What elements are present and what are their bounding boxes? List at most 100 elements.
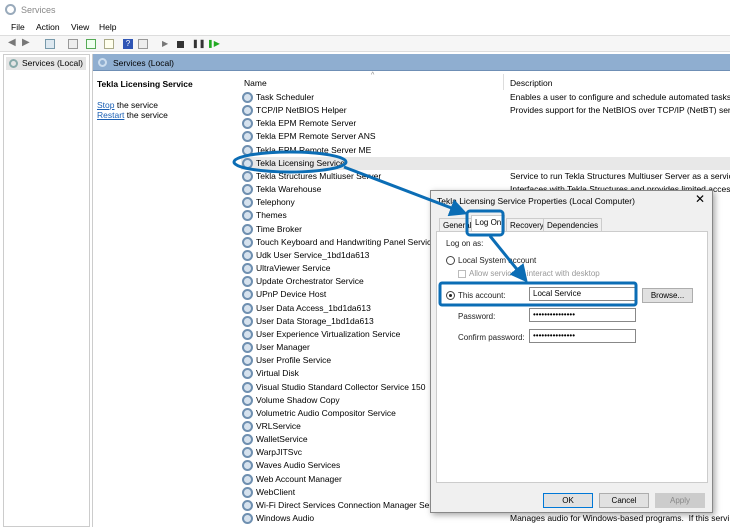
service-gear-icon [242,170,253,182]
this-account-radio[interactable] [446,291,455,300]
service-row[interactable]: Windows Audio Manages audio for Windows-b… [241,512,730,525]
service-gear-icon [242,157,253,169]
pane-header: Services (Local) [93,54,730,71]
tab-dependencies[interactable]: Dependencies [543,218,603,232]
window-title: Services [21,5,56,15]
tab-general[interactable]: General [439,218,476,232]
service-gear-icon [242,144,253,156]
service-name: Touch Keyboard and Handwriting Panel Ser… [256,236,437,247]
stop-service-link[interactable]: Stop [97,100,115,110]
service-gear-icon [242,223,253,235]
service-gear-icon [242,289,253,301]
service-gear-icon [242,118,253,130]
browse-button[interactable]: Browse... [642,288,693,303]
service-name: Virtual Disk [256,368,299,379]
service-row[interactable]: Tekla Structures Multiuser Server Service… [241,170,730,183]
password-input[interactable]: ••••••••••••••• [529,308,636,322]
selected-service-name: Tekla Licensing Service [97,79,193,89]
service-gear-icon [242,381,253,393]
start-icon[interactable]: ▶ [162,39,172,49]
dialog-title: Tekla Licensing Service Properties (Loca… [437,196,635,206]
service-row[interactable]: TCP/IP NetBIOS Helper Provides support fo… [241,104,730,117]
menu-file[interactable]: File [11,22,25,32]
service-name: Tekla Structures Multiuser Server [256,170,382,181]
service-name: UltraViewer Service [256,263,331,274]
menu-bar: File Action View Help [0,20,730,34]
console-icon[interactable] [138,39,148,49]
service-name: Volumetric Audio Compositor Service [256,407,396,418]
service-description: Provides support for the NetBIOS over TC… [510,105,730,116]
allow-interact-checkbox[interactable] [458,270,466,278]
service-row[interactable]: Tekla EPM Remote Server [241,117,730,130]
menu-view[interactable]: View [71,22,89,32]
refresh-icon[interactable] [86,39,96,49]
service-gear-icon [242,249,253,261]
service-row[interactable]: Task Scheduler Enables a user to configur… [241,91,730,104]
service-name: Tekla Licensing Service [256,157,345,168]
cancel-button[interactable]: Cancel [599,493,649,508]
local-system-radio[interactable] [446,256,455,265]
extended-info-panel: Tekla Licensing Service Stop the service… [93,71,236,527]
restart-icon[interactable]: ❚▶ [207,39,220,49]
service-name: Tekla EPM Remote Server ANS [256,131,376,142]
title-bar: Services [0,0,730,20]
tree-item-services-local[interactable]: Services (Local) [6,57,86,70]
service-name: Time Broker [256,223,302,234]
service-gear-icon [242,447,253,459]
account-input[interactable]: Local Service [529,287,636,301]
service-name: User Manager [256,342,310,353]
service-name: Tekla EPM Remote Server ME [256,144,372,155]
service-gear-icon [242,355,253,367]
menu-action[interactable]: Action [36,22,60,32]
services-icon [9,59,18,68]
service-gear-icon [242,131,253,143]
toolbar: ◀ ▶ ? ▶ ❚❚ ❚▶ [0,35,730,52]
export-icon[interactable] [104,39,114,49]
help-icon[interactable]: ? [123,39,133,49]
service-name: Themes [256,210,287,221]
service-gear-icon [242,394,253,406]
service-name: UPnP Device Host [256,289,327,300]
service-gear-icon [242,421,253,432]
apply-button[interactable]: Apply [655,493,705,508]
forward-icon[interactable]: ▶ [22,37,32,48]
log-on-as-label: Log on as: [446,239,484,248]
properties-icon[interactable] [68,39,78,49]
service-name: VRLService [256,421,301,431]
tab-log-on[interactable]: Log On [471,215,506,232]
stop-icon[interactable] [177,41,184,48]
service-gear-icon [242,407,253,419]
column-description[interactable]: Description [510,78,553,88]
close-icon[interactable]: ✕ [695,192,705,206]
service-gear-icon [242,473,253,485]
service-gear-icon [242,460,253,472]
service-name: Waves Audio Services [256,460,341,471]
service-gear-icon [242,236,253,248]
tab-recovery[interactable]: Recovery [506,218,548,232]
service-name: Task Scheduler [256,92,315,102]
menu-help[interactable]: Help [99,22,116,32]
service-row[interactable]: Tekla Licensing Service [241,156,730,170]
column-name[interactable]: Name [244,78,267,88]
service-name: Windows Audio [256,513,315,524]
stop-text: the service [114,100,158,110]
console-tree: Services (Local) [3,54,90,527]
allow-interact-label: Allow service to interact with desktop [469,269,600,278]
properties-dialog: Tekla Licensing Service Properties (Loca… [430,190,713,513]
this-account-label: This account: [458,291,506,300]
service-name: Udk User Service_1bd1da613 [256,249,370,260]
service-gear-icon [242,276,253,288]
restart-service-link[interactable]: Restart [97,110,124,120]
service-gear-icon [242,263,253,275]
service-row[interactable]: Tekla EPM Remote Server ANS [241,130,730,143]
service-name: Volume Shadow Copy [256,394,340,405]
ok-button[interactable]: OK [543,493,593,508]
service-gear-icon [242,184,253,196]
back-icon[interactable]: ◀ [8,37,18,48]
show-tree-icon[interactable] [45,39,55,49]
service-row[interactable]: Tekla EPM Remote Server ME [241,144,730,157]
log-on-panel: Log on as: Local System account Allow se… [436,231,708,483]
confirm-password-input[interactable]: ••••••••••••••• [529,329,636,343]
pause-icon[interactable]: ❚❚ [192,39,205,49]
service-name: Telephony [256,197,295,208]
